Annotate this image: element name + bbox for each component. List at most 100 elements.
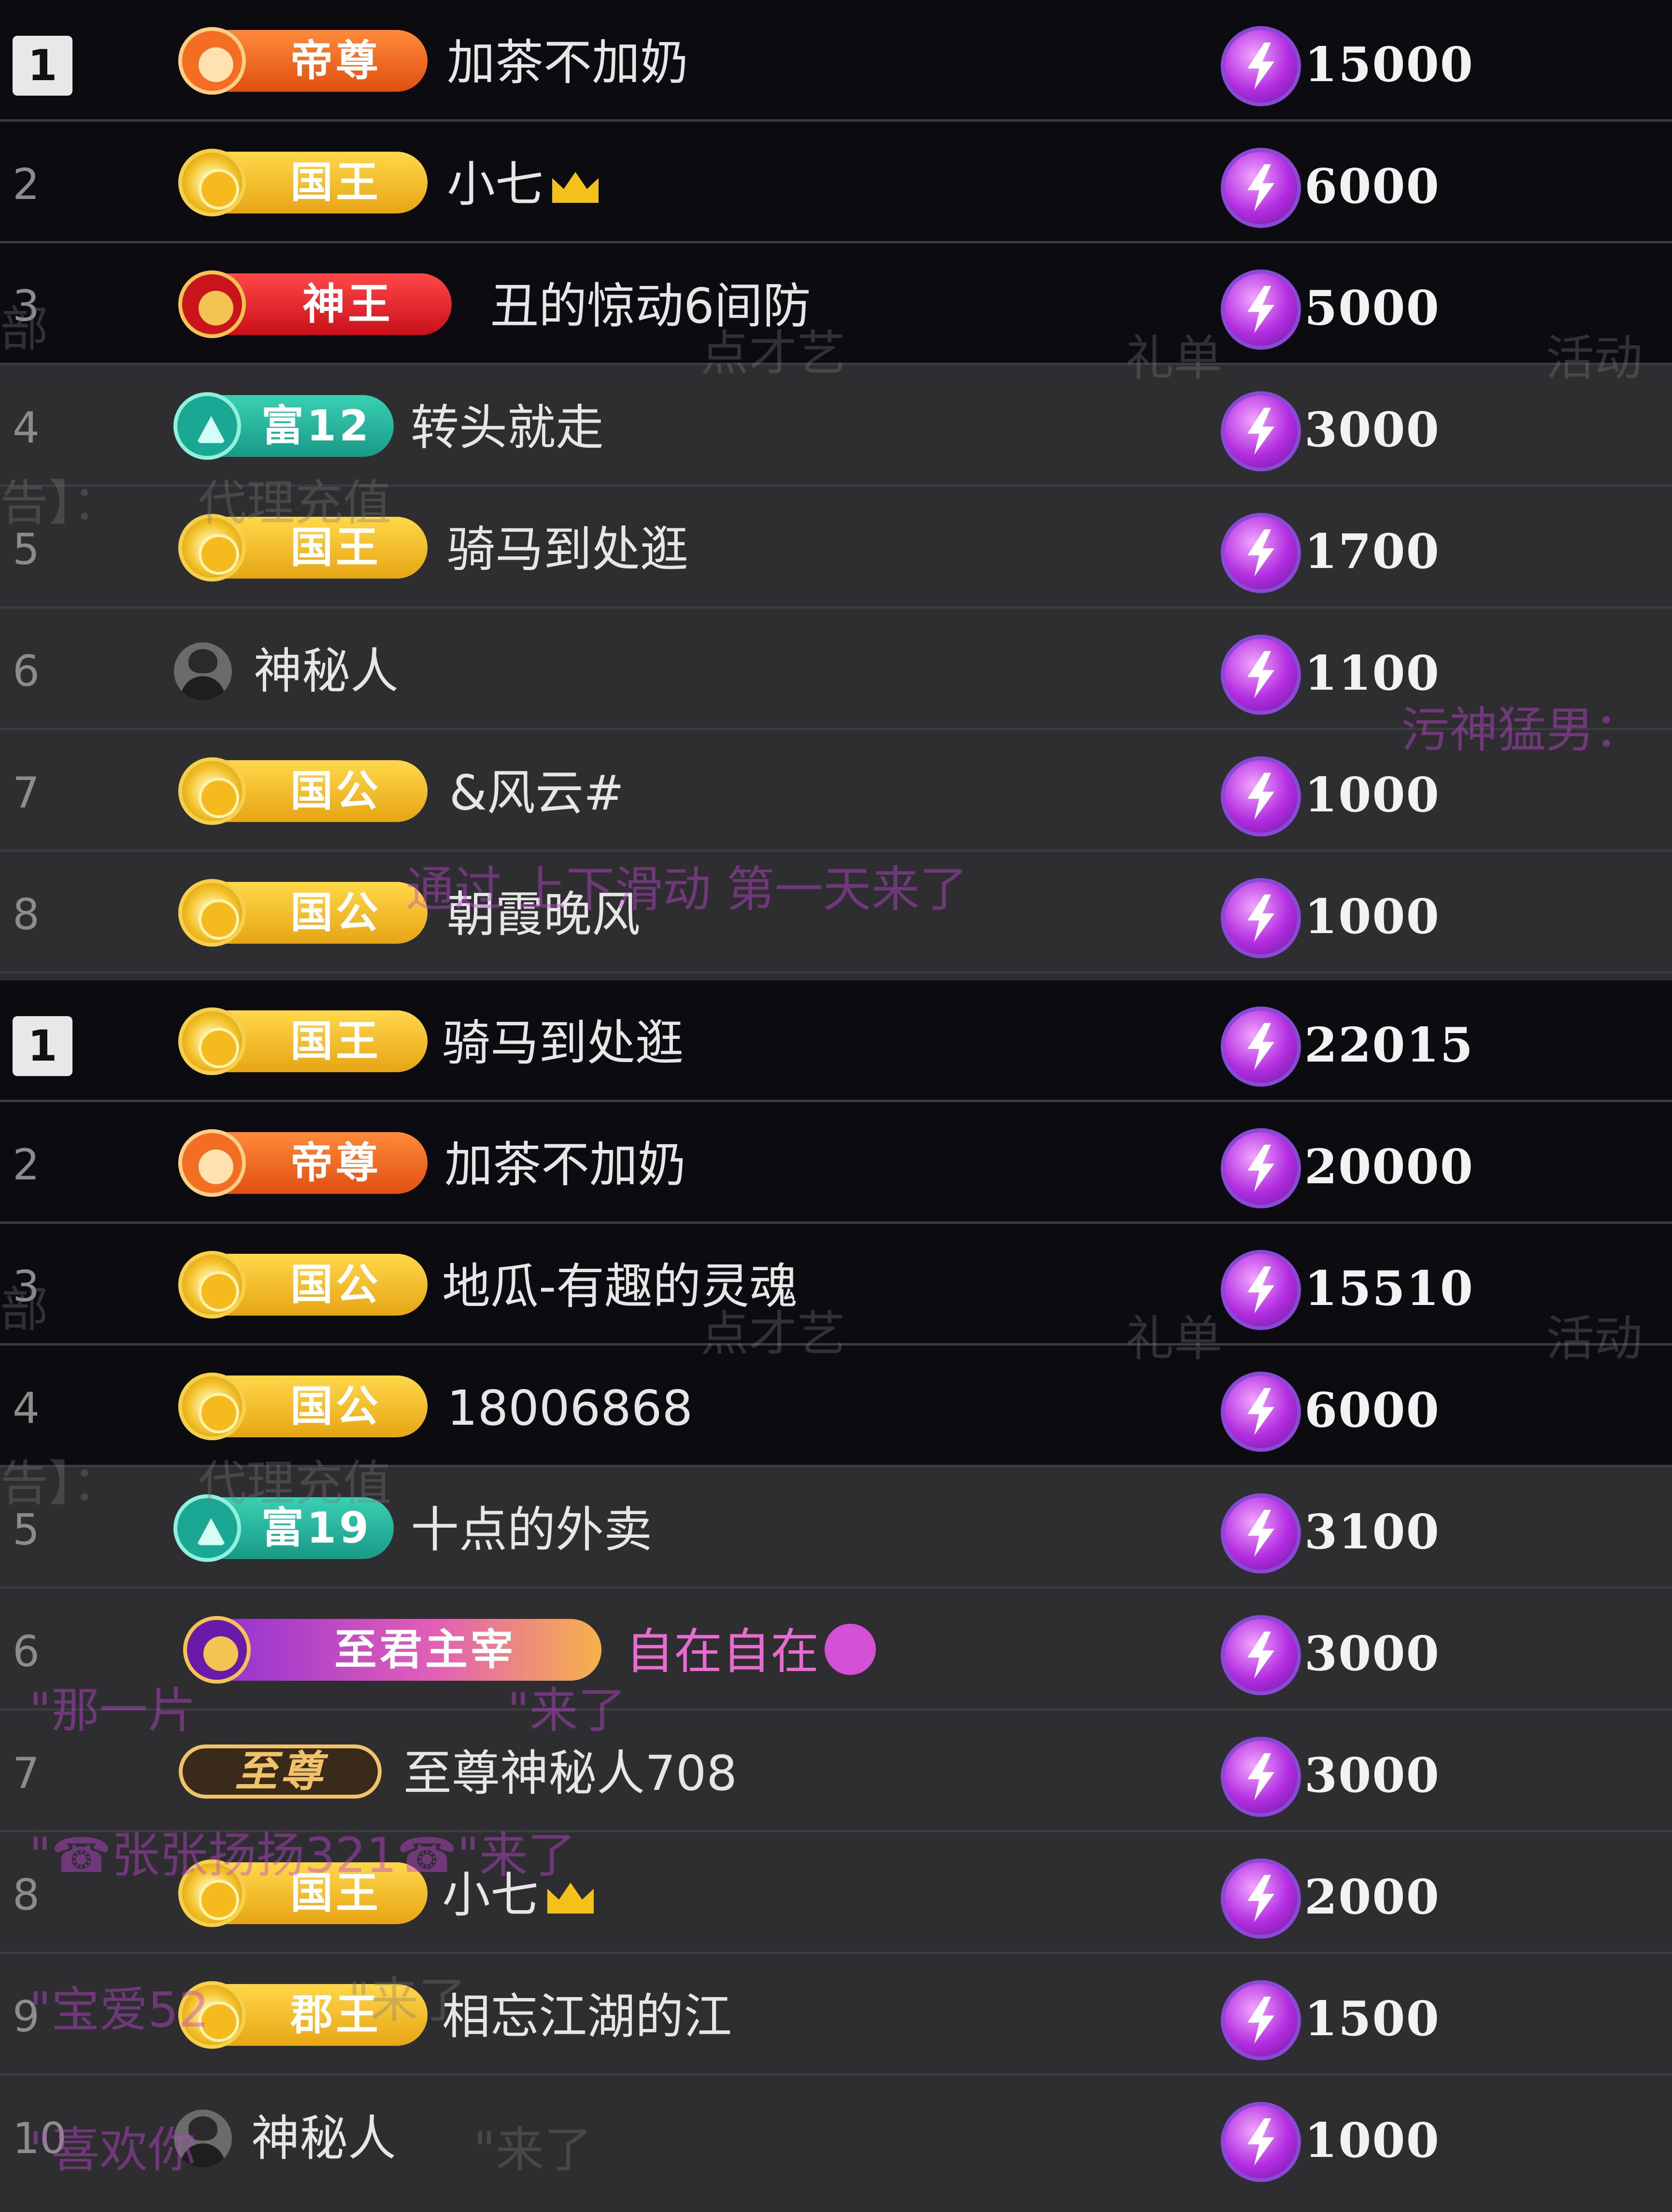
- badge-label: 国公: [290, 1260, 381, 1309]
- noble-badge: 帝尊: [178, 27, 428, 95]
- user-name[interactable]: 地瓜-有趣的灵魂: [442, 1258, 798, 1316]
- leaderboard-row[interactable]: 9 郡王 相忘江湖的江 1500: [0, 1954, 1672, 2076]
- user-name-wrap[interactable]: 自在自在: [626, 1623, 876, 1681]
- lightning-icon: [1225, 1254, 1297, 1326]
- rank-number: 4: [13, 403, 40, 453]
- badge-label: 郡王: [290, 1990, 381, 2040]
- user-name[interactable]: 朝霞晚风: [447, 886, 640, 944]
- lightning-icon: [1225, 1741, 1297, 1813]
- gift-value: 2000: [1304, 1870, 1440, 1925]
- lightning-icon: [1225, 1132, 1297, 1205]
- lightning-icon: [1225, 1497, 1297, 1570]
- rank-number: 3: [13, 1262, 40, 1311]
- user-name[interactable]: 骑马到处逛: [447, 521, 688, 579]
- badge-label: 至尊: [234, 1746, 326, 1796]
- badge-label: 国公: [290, 1381, 381, 1431]
- gift-value: 15510: [1304, 1261, 1474, 1317]
- lightning-icon: [1225, 395, 1297, 468]
- noble-badge: 国王: [178, 149, 428, 216]
- medal-icon: [178, 270, 246, 338]
- user-name[interactable]: &风云#: [449, 764, 624, 822]
- leaderboard-row[interactable]: 1 帝尊 加茶不加奶 15000: [0, 0, 1672, 122]
- badge-label: 国公: [290, 766, 381, 816]
- leaderboard-row[interactable]: 7 国公 &风云# 1000: [0, 730, 1672, 852]
- user-name[interactable]: 神秘人: [251, 2110, 396, 2168]
- gift-value: 3000: [1304, 1748, 1440, 1803]
- rank-number: 2: [13, 159, 40, 209]
- triangle-medal-icon: [173, 1494, 241, 1562]
- noble-badge: 国王: [178, 1859, 428, 1927]
- user-name[interactable]: 骑马到处逛: [442, 1014, 684, 1072]
- leaderboard-row[interactable]: 5 国王 骑马到处逛 1700: [0, 487, 1672, 609]
- lightning-icon: [1225, 1010, 1297, 1083]
- gift-value: 1100: [1304, 646, 1440, 701]
- crown-icon: [547, 1883, 594, 1914]
- user-name[interactable]: 18006868: [447, 1379, 693, 1437]
- leaderboard-row[interactable]: 7 至尊 至尊神秘人708 3000: [0, 1711, 1672, 1832]
- mystery-avatar-icon: [174, 2110, 232, 2168]
- noble-badge: 神王: [178, 270, 452, 338]
- user-name[interactable]: 至尊神秘人708: [403, 1744, 737, 1802]
- medal-icon: [178, 757, 246, 825]
- badge-label: 国公: [290, 888, 381, 937]
- user-name[interactable]: 神秘人: [254, 642, 399, 700]
- user-name[interactable]: 加茶不加奶: [447, 34, 688, 92]
- gift-value: 15000: [1304, 37, 1474, 93]
- user-name-wrap[interactable]: 小七: [442, 1866, 594, 1924]
- rank-number: 10: [13, 2113, 67, 2163]
- rank-number: 7: [13, 768, 40, 818]
- rank-number: 2: [13, 1140, 40, 1190]
- leaderboard-row[interactable]: 6 神秘人 1100: [0, 609, 1672, 730]
- user-name[interactable]: 转头就走: [411, 399, 604, 457]
- gift-value: 6000: [1304, 159, 1440, 214]
- medal-icon: [178, 879, 246, 947]
- gift-value: 3100: [1304, 1504, 1440, 1560]
- gift-value: 6000: [1304, 1383, 1440, 1438]
- leaderboard-row[interactable]: 4 国公 18006868 6000: [0, 1346, 1672, 1467]
- wealth-badge: 富19: [173, 1494, 394, 1562]
- leaderboard-row[interactable]: 5 富19 十点的外卖 3100: [0, 1467, 1672, 1589]
- user-name: 小七: [442, 1867, 539, 1923]
- leaderboard-row[interactable]: 10 神秘人 1000: [0, 2076, 1672, 2198]
- noble-badge: 郡王: [178, 1981, 428, 2049]
- gift-value: 1000: [1304, 767, 1440, 823]
- user-name: 自在自在: [626, 1623, 819, 1680]
- gift-value: 1000: [1304, 889, 1440, 945]
- leaderboard-row[interactable]: 4 富12 转头就走 3000: [0, 365, 1672, 487]
- badge-label: 富12: [261, 401, 372, 451]
- lightning-icon: [1225, 30, 1297, 102]
- lightning-icon: [1225, 882, 1297, 954]
- noble-badge: 帝尊: [178, 1129, 428, 1197]
- medal-icon: [178, 149, 246, 216]
- user-name[interactable]: 加茶不加奶: [444, 1136, 686, 1194]
- badge-label: 至君主宰: [334, 1625, 516, 1674]
- leaderboard-row[interactable]: 3 神王 丑的惊动6间防 5000: [0, 243, 1672, 365]
- lightning-icon: [1225, 273, 1297, 346]
- rank-number: 6: [13, 646, 40, 696]
- rank-number: 6: [13, 1627, 40, 1676]
- lightning-icon: [1225, 1375, 1297, 1448]
- noble-badge: 国王: [178, 1007, 428, 1075]
- lightning-icon: [1225, 2106, 1297, 2178]
- leaderboard-row[interactable]: 6 至君主宰 自在自在 3000: [0, 1589, 1672, 1711]
- leaderboard-row[interactable]: 3 国公 地瓜-有趣的灵魂 15510: [0, 1224, 1672, 1346]
- rank-number: 4: [13, 1383, 40, 1433]
- leaderboard-row[interactable]: 8 国王 小七 2000: [0, 1832, 1672, 1954]
- user-name[interactable]: 相忘江湖的江: [442, 1988, 732, 2046]
- medal-icon: [178, 1007, 246, 1075]
- noble-badge: 国王: [178, 514, 428, 581]
- user-name-wrap[interactable]: 小七: [447, 156, 599, 213]
- rank-number: 8: [13, 1870, 40, 1920]
- crown-icon: [552, 172, 599, 203]
- rank-number: 5: [13, 525, 40, 574]
- user-name[interactable]: 十点的外卖: [411, 1501, 652, 1559]
- lightning-icon: [1225, 152, 1297, 224]
- noble-badge: 国公: [178, 879, 428, 947]
- leaderboard-row[interactable]: 2 国王 小七 6000: [0, 122, 1672, 243]
- lightning-icon: [1225, 517, 1297, 589]
- leaderboard-row[interactable]: 1 国王 骑马到处逛 22015: [0, 980, 1672, 1102]
- leaderboard-row[interactable]: 2 帝尊 加茶不加奶 20000: [0, 1102, 1672, 1224]
- leaderboard-row[interactable]: 8 国公 朝霞晚风 1000: [0, 852, 1672, 974]
- gift-value: 1500: [1304, 1991, 1440, 2047]
- user-name[interactable]: 丑的惊动6间防: [490, 277, 811, 335]
